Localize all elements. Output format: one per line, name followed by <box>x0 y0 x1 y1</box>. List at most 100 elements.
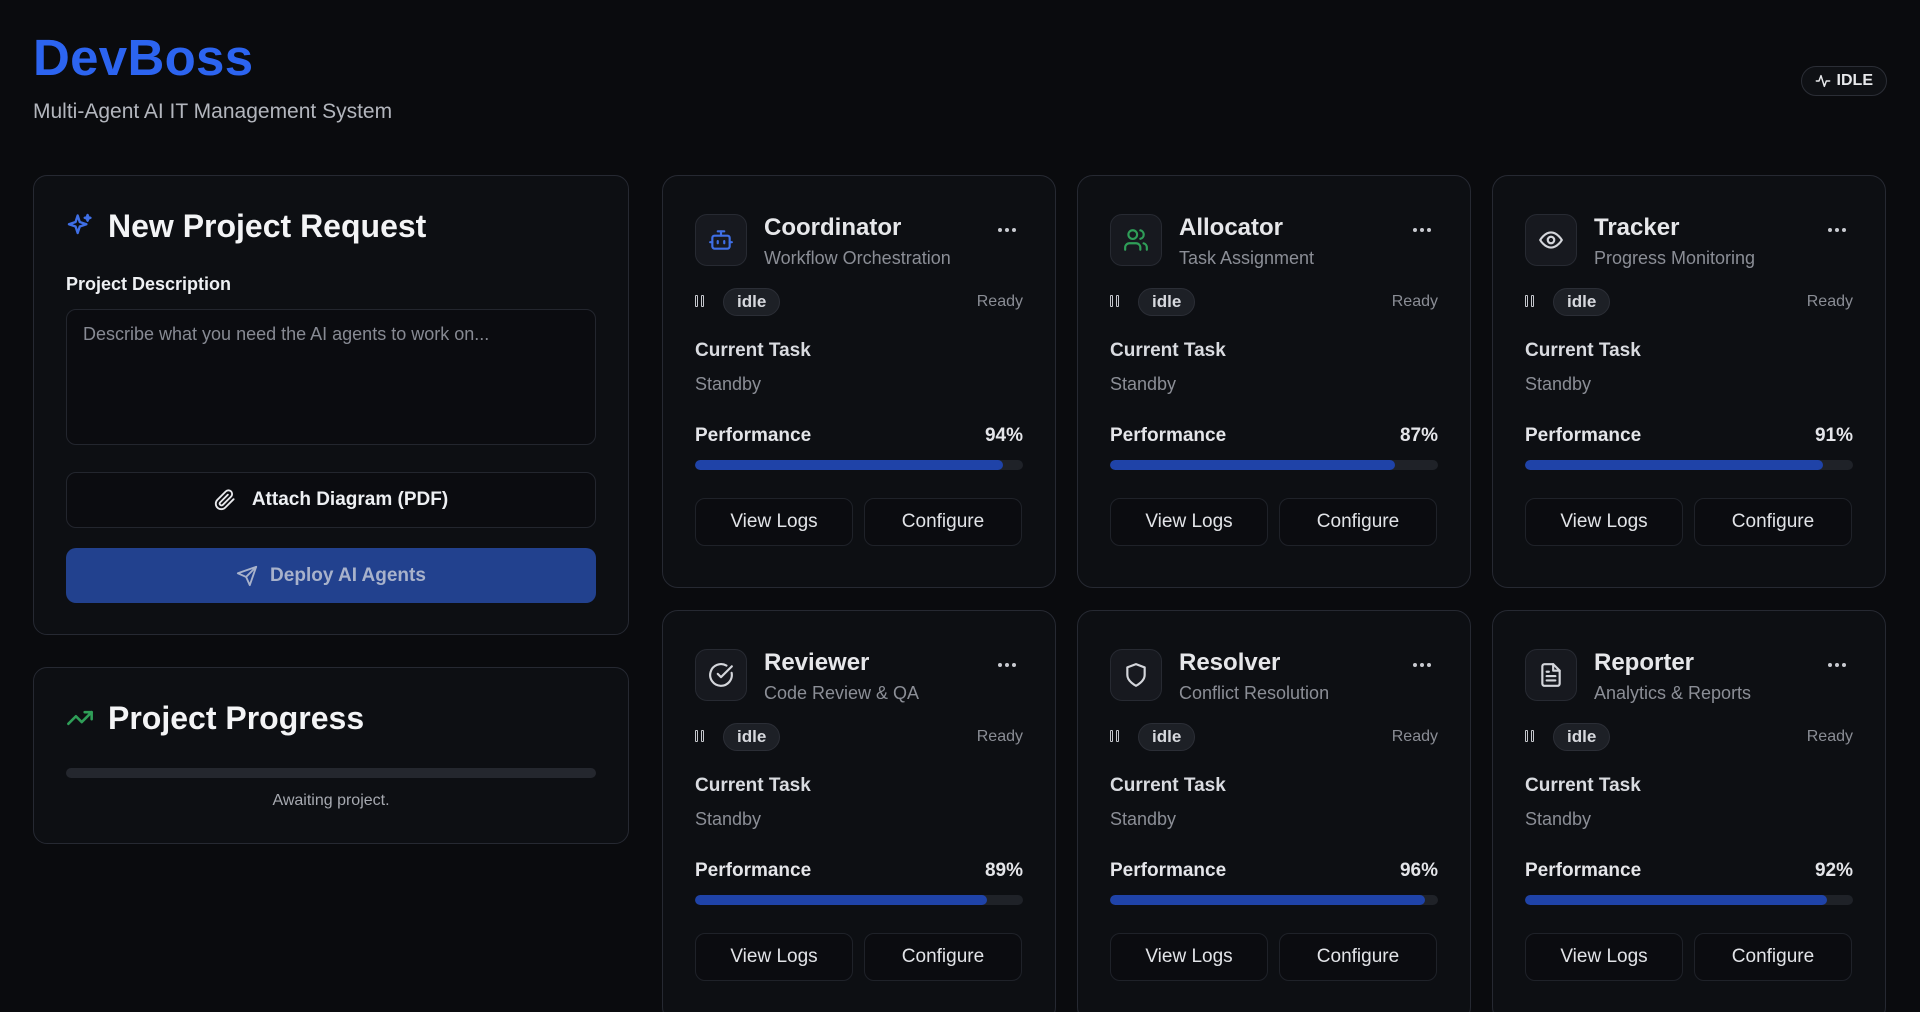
agent-status-badge: idle <box>723 723 781 751</box>
agent-status-row: idle Ready <box>1110 723 1438 751</box>
agent-titles: Tracker Progress Monitoring <box>1594 214 1821 269</box>
agent-name: Coordinator <box>764 214 902 241</box>
attach-diagram-button[interactable]: Attach Diagram (PDF) <box>66 472 596 528</box>
configure-button[interactable]: Configure <box>1279 933 1437 981</box>
new-project-panel: New Project Request Project Description … <box>33 175 629 635</box>
view-logs-button[interactable]: View Logs <box>695 933 853 981</box>
agent-status-row: idle Ready <box>695 723 1023 751</box>
more-options-button[interactable] <box>991 218 1023 242</box>
more-options-button[interactable] <box>1821 218 1853 242</box>
view-logs-button[interactable]: View Logs <box>1110 498 1268 546</box>
project-description-input[interactable] <box>66 309 596 445</box>
agent-icon-tile <box>1110 214 1162 266</box>
current-task-value: Standby <box>1525 374 1592 394</box>
agent-card-coordinator: Coordinator Workflow Orchestration idle … <box>662 175 1056 588</box>
performance-row: Performance 96% <box>1110 860 1438 882</box>
pause-icon <box>1525 295 1539 309</box>
configure-button[interactable]: Configure <box>864 933 1022 981</box>
shield-icon <box>1126 663 1146 687</box>
performance-bar-fill <box>1525 460 1824 470</box>
more-options-button[interactable] <box>1406 218 1438 242</box>
agent-titles: Allocator Task Assignment <box>1179 214 1406 269</box>
agent-status-badge: idle <box>1138 723 1196 751</box>
performance-value: 87% <box>1399 425 1438 446</box>
view-logs-button[interactable]: View Logs <box>1525 498 1683 546</box>
view-logs-button[interactable]: View Logs <box>695 498 853 546</box>
users-icon <box>1124 229 1148 251</box>
agent-name: Resolver <box>1179 649 1281 676</box>
configure-button[interactable]: Configure <box>1694 933 1852 981</box>
performance-bar-fill <box>1525 895 1827 905</box>
agent-titles: Reviewer Code Review & QA <box>764 649 991 704</box>
deploy-agents-button[interactable]: Deploy AI Agents <box>66 548 596 603</box>
performance-row: Performance 91% <box>1525 425 1853 447</box>
agent-titles: Resolver Conflict Resolution <box>1179 649 1406 704</box>
view-logs-button[interactable]: View Logs <box>1110 933 1268 981</box>
agent-status-badge: idle <box>723 288 781 316</box>
performance-bar <box>1110 895 1438 905</box>
send-icon <box>236 565 258 586</box>
performance-bar-fill <box>695 460 1004 470</box>
agent-name: Allocator <box>1179 214 1284 241</box>
agent-status-row: idle Ready <box>1525 288 1853 316</box>
agent-state-text: Ready <box>1391 728 1438 745</box>
check-circle-icon <box>709 663 733 687</box>
performance-bar <box>695 895 1023 905</box>
sparkles-icon <box>67 213 92 235</box>
agent-icon-tile <box>1525 214 1577 266</box>
agent-name: Reviewer <box>764 649 870 676</box>
agent-header: Reviewer Code Review & QA <box>695 649 1023 711</box>
more-horizontal-icon <box>1413 663 1431 667</box>
more-options-button[interactable] <box>1406 653 1438 677</box>
deploy-agents-label: Deploy AI Agents <box>270 564 426 586</box>
agent-role: Task Assignment <box>1179 248 1315 268</box>
view-logs-button[interactable]: View Logs <box>1525 933 1683 981</box>
agent-status-badge: idle <box>1553 723 1611 751</box>
configure-button[interactable]: Configure <box>1279 498 1437 546</box>
agent-status-row: idle Ready <box>695 288 1023 316</box>
agent-card-tracker: Tracker Progress Monitoring idle Ready C… <box>1492 175 1886 588</box>
performance-row: Performance 94% <box>695 425 1023 447</box>
trending-up-icon <box>67 710 93 726</box>
project-progress-caption: Awaiting project. <box>272 792 390 809</box>
performance-bar <box>1525 460 1853 470</box>
performance-bar <box>1110 460 1438 470</box>
more-options-button[interactable] <box>1821 653 1853 677</box>
current-task-value: Standby <box>1110 809 1177 829</box>
agent-state-text: Ready <box>976 728 1023 745</box>
performance-label: Performance <box>1525 425 1642 446</box>
current-task-value: Standby <box>1110 374 1177 394</box>
project-progress-panel: Project Progress Awaiting project. <box>33 667 629 844</box>
performance-bar-fill <box>695 895 987 905</box>
agent-role: Conflict Resolution <box>1179 683 1330 703</box>
current-task-label: Current Task <box>695 340 811 361</box>
pause-icon <box>1110 295 1124 309</box>
paperclip-icon <box>214 489 235 511</box>
performance-value: 89% <box>984 860 1023 881</box>
current-task-value: Standby <box>695 809 762 829</box>
agent-name: Tracker <box>1594 214 1680 241</box>
agent-icon-tile <box>695 649 747 701</box>
current-task-value: Standby <box>1525 809 1592 829</box>
agent-icon-tile <box>1525 649 1577 701</box>
agent-status-badge: idle <box>1553 288 1611 316</box>
bot-icon <box>709 230 733 250</box>
more-options-button[interactable] <box>991 653 1023 677</box>
performance-label: Performance <box>695 860 812 881</box>
performance-bar-fill <box>1110 895 1425 905</box>
agent-actions: View Logs Configure <box>1110 498 1438 546</box>
project-description-label: Project Description <box>66 274 232 294</box>
project-progress-title: Project Progress <box>108 699 365 736</box>
more-horizontal-icon <box>1828 663 1846 667</box>
agent-status-row: idle Ready <box>1110 288 1438 316</box>
performance-row: Performance 89% <box>695 860 1023 882</box>
agent-header: Allocator Task Assignment <box>1110 214 1438 276</box>
configure-button[interactable]: Configure <box>864 498 1022 546</box>
eye-icon <box>1539 231 1563 249</box>
agent-actions: View Logs Configure <box>695 933 1023 981</box>
agent-role: Analytics & Reports <box>1594 683 1752 703</box>
pause-icon <box>695 295 709 309</box>
agent-card-reporter: Reporter Analytics & Reports idle Ready … <box>1492 610 1886 1012</box>
configure-button[interactable]: Configure <box>1694 498 1852 546</box>
attach-diagram-label: Attach Diagram (PDF) <box>251 489 449 510</box>
